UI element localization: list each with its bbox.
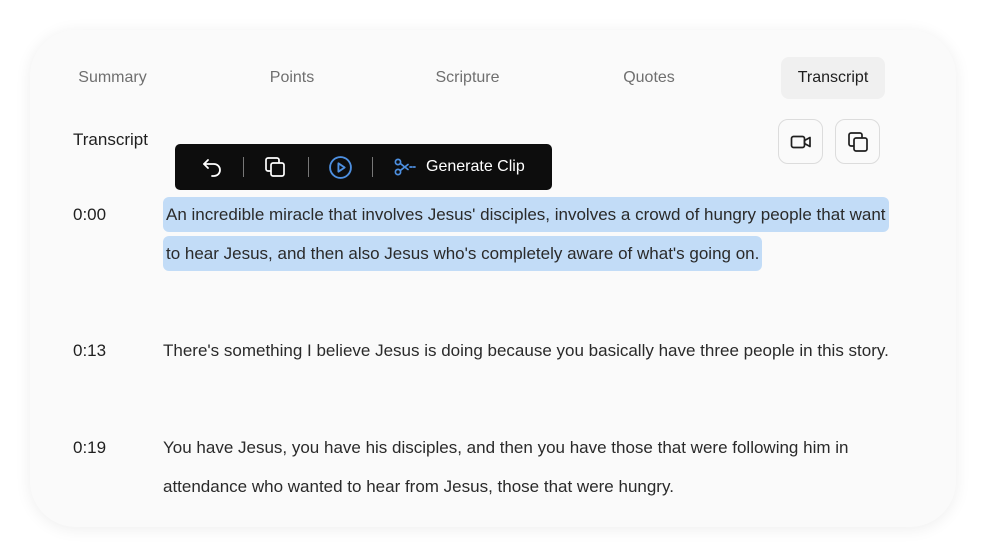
scissors-icon (394, 158, 416, 176)
tab-quotes[interactable]: Quotes (610, 57, 688, 99)
timestamp[interactable]: 0:13 (73, 341, 106, 361)
selected-text[interactable]: An incredible miracle that involves Jesu… (163, 197, 889, 271)
segment-text[interactable]: There's something I believe Jesus is doi… (163, 331, 903, 370)
copy-icon (847, 131, 868, 152)
undo-button[interactable] (200, 155, 224, 179)
section-title: Transcript (73, 130, 148, 149)
toolbar-divider (308, 157, 309, 177)
segment-text[interactable]: An incredible miracle that involves Jesu… (163, 195, 903, 273)
copy-icon (265, 157, 285, 177)
segment-text[interactable]: You have Jesus, you have his disciples, … (163, 428, 903, 506)
copy-all-button[interactable] (835, 119, 880, 164)
generate-clip-button[interactable]: Generate Clip (392, 155, 525, 179)
video-camera-icon (790, 135, 811, 148)
play-circle-icon (329, 155, 352, 179)
undo-icon (203, 159, 221, 177)
generate-clip-label: Generate Clip (426, 158, 525, 175)
timestamp[interactable]: 0:00 (73, 205, 106, 225)
transcript-card: Summary Points Scripture Quotes Transcri… (30, 30, 956, 527)
play-button[interactable] (328, 155, 353, 179)
tab-transcript[interactable]: Transcript (781, 57, 885, 99)
tab-points[interactable]: Points (252, 57, 332, 99)
selection-toolbar: Generate Clip (175, 144, 552, 190)
tab-bar: Summary Points Scripture Quotes Transcri… (30, 30, 956, 130)
tab-summary[interactable]: Summary (70, 57, 155, 99)
video-button[interactable] (778, 119, 823, 164)
tab-scripture[interactable]: Scripture (425, 57, 510, 99)
toolbar-divider (243, 157, 244, 177)
copy-button[interactable] (263, 155, 287, 179)
timestamp[interactable]: 0:19 (73, 438, 106, 458)
toolbar-divider (372, 157, 373, 177)
